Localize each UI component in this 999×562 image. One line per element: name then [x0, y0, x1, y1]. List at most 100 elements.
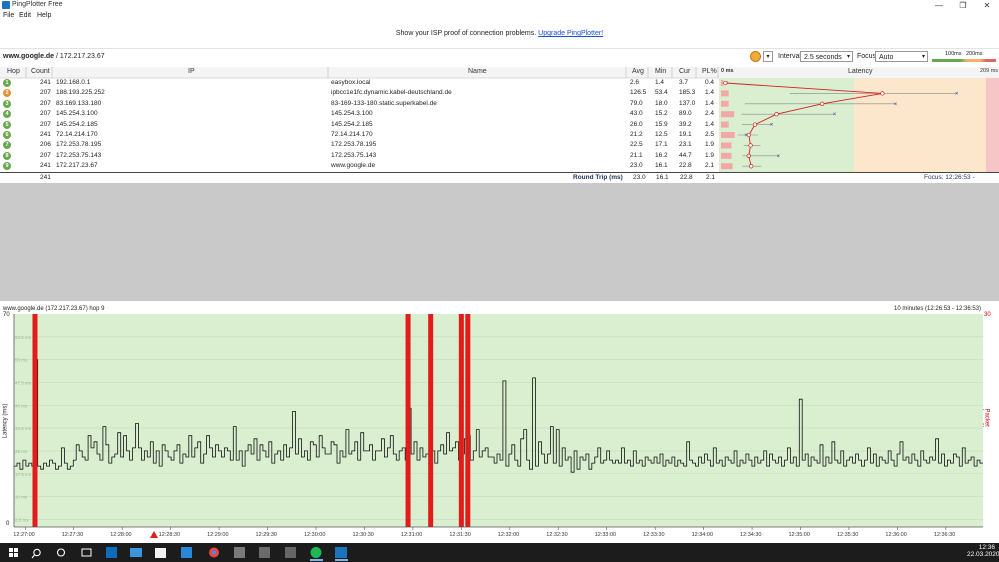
hop-count: 241: [40, 131, 51, 138]
hop-name: 83-169-133-180.static.superkabel.de: [331, 99, 437, 107]
hop-ip: 145.254.3.100: [56, 110, 98, 118]
gridline-label: 25 ms: [15, 449, 28, 454]
col-name[interactable]: Name: [468, 68, 487, 77]
col-avg[interactable]: Avg: [632, 68, 644, 77]
menu-help[interactable]: Help: [37, 12, 51, 19]
avg-latency-point: [749, 164, 754, 169]
hop-count: 207: [40, 99, 51, 107]
hop-row[interactable]: 7 206 172.253.78.195 172.253.78.195 22.5 17.1…: [0, 140, 720, 150]
taskbar-icons: [9, 547, 348, 561]
hop-ip: 145.254.2.185: [56, 120, 98, 128]
hop-number-badge: 1: [3, 79, 11, 87]
col-zero-ms: 0 ms: [721, 68, 734, 74]
col-min[interactable]: Min: [655, 68, 666, 77]
pause-button[interactable]: [750, 51, 761, 62]
hop-cur: 44.7: [679, 151, 692, 159]
hop-row[interactable]: 1 241 192.168.0.1 easybox.local 2.6 1.4 3.7 0.4: [0, 78, 720, 88]
gridline-label: 55 ms: [15, 358, 28, 363]
hop-row[interactable]: 6 241 72.14.214.170 72.14.214.170 21.2 12.5 19…: [0, 130, 720, 140]
current-latency-marker: ×: [955, 91, 959, 97]
hop-ip: 172.217.23.67: [56, 162, 98, 170]
minimize-button[interactable]: —: [927, 0, 951, 11]
x-tick-label: 12:30:30: [352, 532, 373, 538]
hop-pl: 0.4: [705, 79, 715, 86]
hop-cur: 89.0: [679, 110, 692, 118]
clock[interactable]: 12:36 22.03.2020: [967, 544, 999, 558]
interval-select[interactable]: 2.5 seconds ▾: [800, 51, 853, 62]
latency-graph: ×××××××××: [721, 80, 959, 170]
packet-loss-bar: [721, 121, 729, 128]
hop-min: 17.1: [655, 141, 668, 149]
hop-name: ipbcc1e1fc.dynamic.kabel-deutschland.de: [331, 89, 452, 97]
hop-row[interactable]: 9 241 172.217.23.67 www.google.de 23.0 16.1 22…: [0, 161, 720, 171]
packet-loss-bar: [721, 152, 732, 159]
col-ip[interactable]: IP: [188, 68, 195, 77]
col-hop[interactable]: Hop: [7, 68, 20, 77]
hop-count: 241: [40, 79, 51, 86]
hop-row[interactable]: 3 207 83.169.133.180 83-169-133-180.static.…: [0, 99, 720, 109]
hop-avg: 21.1: [630, 151, 643, 159]
hop-number-badge: 3: [3, 99, 11, 108]
packet-loss-bar: [721, 132, 735, 138]
packet-loss-bar: [465, 314, 471, 527]
empty-panel: [0, 183, 999, 301]
app-icon: [2, 1, 10, 9]
menu-file[interactable]: File: [3, 12, 14, 19]
hop-avg: 21.2: [630, 131, 643, 138]
focus-select[interactable]: Auto ▾: [875, 51, 928, 62]
x-tick-label: 12:32:30: [546, 532, 567, 538]
hop-name: 172.253.78.195: [331, 141, 377, 149]
gridline-label: 62.5 ms: [15, 335, 32, 340]
hop-number-badge: 5: [3, 120, 11, 129]
hop-number-badge: 4: [3, 110, 11, 119]
target-hostname: www.google.de: [3, 53, 55, 60]
hop-name: www.google.de: [331, 162, 376, 170]
avg-latency-point: [723, 80, 728, 86]
upgrade-link[interactable]: Upgrade PingPlotter!: [538, 30, 603, 37]
packet-loss-bar: [428, 314, 434, 527]
hop-pl: 1.4: [705, 89, 715, 97]
target-host: www.google.de / 172.217.23.67: [3, 53, 105, 60]
hop-ip: 72.14.214.170: [56, 131, 98, 138]
hop-row[interactable]: 8 207 172.253.75.143 172.253.75.143 21.1 16.2…: [0, 151, 720, 161]
hop-avg: 22.5: [630, 141, 643, 149]
col-cur[interactable]: Cur: [679, 68, 690, 77]
hop-pl: 2.4: [705, 110, 715, 118]
hop-number-badge: 8: [3, 151, 11, 160]
packet-loss-bar: [405, 314, 411, 527]
roundtrip-count: 241: [40, 174, 51, 181]
timeline-title: www.google.de (172.217.23.67) hop 9: [3, 306, 105, 312]
interval-value: 2.5 seconds: [804, 54, 842, 61]
window-title: PingPlotter Free: [12, 1, 63, 8]
maximize-button[interactable]: ❐: [951, 0, 975, 11]
gridline-label: 47.5 ms: [15, 380, 32, 385]
hop-count: 241: [40, 162, 51, 170]
hop-row[interactable]: 2 207 188.193.225.252 ipbcc1e1fc.dynamic.ka…: [0, 88, 720, 98]
menu-edit[interactable]: Edit: [19, 12, 31, 19]
col-pl[interactable]: PL%: [702, 68, 717, 77]
hop-cur: 185.3: [679, 89, 696, 97]
hop-row[interactable]: 4 207 145.254.3.100 145.254.3.100 43.0 15.2 89…: [0, 109, 720, 119]
avg-latency-point: [746, 153, 751, 158]
roundtrip-min: 16.1: [656, 174, 669, 181]
close-button[interactable]: ✕: [975, 0, 999, 11]
roundtrip-pl: 2.1: [706, 174, 716, 181]
col-latency[interactable]: Latency: [848, 68, 873, 77]
pause-dropdown-icon[interactable]: ▾: [763, 51, 773, 62]
hop-ip: 188.193.225.252: [56, 89, 105, 97]
packet-loss-bar: [721, 100, 729, 107]
avg-latency-point: [748, 143, 753, 148]
legend-100ms: 100ms: [945, 51, 962, 57]
col-count[interactable]: Count: [31, 68, 50, 77]
gridline-label: 10 ms: [15, 495, 28, 500]
hop-avg: 26.0: [630, 120, 643, 128]
packet-loss-bar: [721, 163, 733, 170]
hop-ip: 192.168.0.1: [56, 79, 91, 86]
x-tick-label: 12:34:00: [692, 532, 713, 538]
x-tick-label: 12:30:00: [304, 532, 325, 538]
x-tick-label: 12:33:30: [643, 532, 664, 538]
roundtrip-cur: 22.8: [680, 174, 693, 181]
hop-row[interactable]: 5 207 145.254.2.185 145.254.2.185 26.0 15.9 39…: [0, 120, 720, 130]
roundtrip-avg: 23.0: [633, 174, 646, 181]
hop-pl: 2.1: [705, 162, 715, 170]
